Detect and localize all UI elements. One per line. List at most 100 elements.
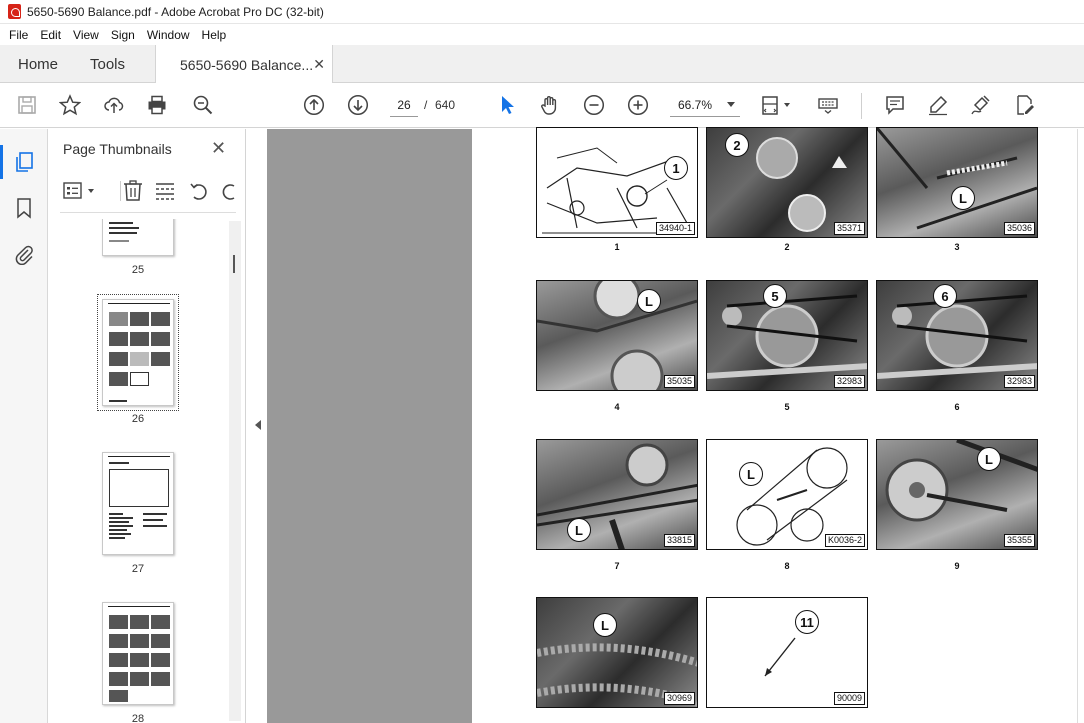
page-number-input[interactable] [390, 93, 418, 117]
thumbnail-page[interactable] [102, 452, 174, 555]
thumbnail-toolbar [60, 179, 240, 205]
menu-help[interactable]: Help [196, 28, 233, 42]
figure-caption: 7 [614, 561, 620, 571]
figure-callout: L [567, 518, 591, 542]
save-icon[interactable] [15, 93, 39, 117]
title-bar: 5650-5690 Balance.pdf - Adobe Acrobat Pr… [0, 0, 1084, 24]
edit-pdf-icon[interactable] [1013, 93, 1037, 117]
menu-bar: File Edit View Sign Window Help [0, 24, 1084, 45]
thumbnail-page[interactable] [102, 219, 174, 256]
canvas-background [267, 129, 472, 723]
tab-document[interactable]: 5650-5690 Balance... ✕ [155, 45, 333, 84]
figure-caption: 1 [614, 242, 620, 252]
pdf-page[interactable]: 1 34940-1 1 2 35371 2 L 35036 3 L 35035 … [472, 127, 1077, 723]
thumbnail-list: 25 26 27 28 [48, 219, 228, 723]
collapse-panel-arrow-icon[interactable] [255, 420, 261, 430]
zoom-in-icon[interactable] [626, 93, 650, 117]
rotate-counterclockwise-icon[interactable] [188, 179, 210, 203]
thumbnail-label: 28 [131, 713, 145, 723]
figure-code: 34940-1 [655, 222, 695, 235]
menu-sign[interactable]: Sign [105, 28, 141, 42]
figure-photo: L 33815 [536, 439, 698, 550]
figure-caption: 8 [784, 561, 790, 571]
menu-edit[interactable]: Edit [34, 28, 67, 42]
zoom-search-icon[interactable] [191, 93, 215, 117]
figure-callout: 1 [664, 156, 688, 180]
fit-page-icon[interactable] [760, 93, 794, 117]
zoom-select[interactable]: 66.7% [670, 93, 740, 117]
figure-callout: L [951, 186, 975, 210]
main-toolbar: / 640 66.7% [0, 83, 1084, 128]
comment-icon[interactable] [883, 93, 907, 117]
print-icon[interactable] [145, 93, 169, 117]
figure-callout: L [637, 289, 661, 313]
thumbnail-options-icon[interactable] [62, 179, 98, 203]
menu-window[interactable]: Window [141, 28, 196, 42]
thumbnail-page[interactable] [102, 602, 174, 705]
document-canvas: 1 34940-1 1 2 35371 2 L 35036 3 L 35035 … [247, 127, 1084, 723]
zoom-out-icon[interactable] [582, 93, 606, 117]
zoom-value: 66.7% [678, 97, 713, 112]
figure-photo: 6 32983 [876, 280, 1038, 391]
attachments-paperclip-icon[interactable] [13, 243, 35, 266]
figure-photo: L 35035 [536, 280, 698, 391]
figure-photo: L 35036 [876, 127, 1038, 238]
thumbnail-toolbar-divider [120, 181, 121, 201]
figure-photo: L 30969 [536, 597, 698, 708]
tab-bar: Home Tools 5650-5690 Balance... ✕ [0, 45, 1084, 84]
page-total: 640 [435, 98, 456, 112]
figure-callout: 6 [933, 284, 957, 308]
bookmarks-icon[interactable] [13, 197, 35, 219]
tab-home[interactable]: Home [18, 45, 58, 83]
tab-tools[interactable]: Tools [90, 45, 125, 83]
document-scrollbar[interactable] [1077, 129, 1084, 723]
figure-code: 32983 [1003, 375, 1035, 388]
menu-file[interactable]: File [3, 28, 34, 42]
next-page-icon[interactable] [346, 93, 370, 117]
select-pointer-icon[interactable] [495, 93, 519, 117]
delete-page-trash-icon[interactable] [122, 179, 144, 203]
figure-caption: 2 [784, 242, 790, 252]
previous-page-icon[interactable] [302, 93, 326, 117]
left-navigation-rail [0, 129, 48, 723]
extract-pages-icon[interactable] [154, 179, 176, 203]
figure-caption: 5 [784, 402, 790, 412]
thumbnail-label: 26 [131, 413, 145, 425]
menu-view[interactable]: View [67, 28, 105, 42]
figure-code: 32983 [833, 375, 865, 388]
acrobat-pdf-icon [8, 4, 21, 19]
toolbar-underline [60, 212, 236, 213]
page-thumbnails-icon[interactable] [0, 145, 35, 179]
keyboard-icon[interactable] [816, 93, 840, 117]
figure-caption: 4 [614, 402, 620, 412]
figure-caption: 6 [954, 402, 960, 412]
figure-callout: 11 [795, 610, 819, 634]
thumbnail-label: 27 [131, 563, 145, 575]
thumbnail-page-selected[interactable] [97, 294, 179, 411]
figure-photo: 2 35371 [706, 127, 868, 238]
figure-code: 35035 [663, 375, 695, 388]
figure-photo: L K0036-2 [706, 439, 868, 550]
scrollbar-thumb[interactable] [233, 255, 235, 273]
upload-cloud-icon[interactable] [102, 93, 126, 117]
rotate-clockwise-icon[interactable] [218, 179, 238, 203]
panel-splitter[interactable] [247, 129, 267, 723]
hand-tool-icon[interactable] [538, 93, 562, 117]
figure-callout: 5 [763, 284, 787, 308]
bookmark-star-icon[interactable] [58, 93, 82, 117]
figure-callout: L [739, 462, 763, 486]
figure-caption: 9 [954, 561, 960, 571]
thumbnail-label: 25 [131, 264, 145, 276]
tab-document-label: 5650-5690 Balance... [180, 56, 314, 73]
figure-callout: 2 [725, 133, 749, 157]
figure-code: K0036-2 [824, 534, 865, 547]
window-title: 5650-5690 Balance.pdf - Adobe Acrobat Pr… [27, 4, 324, 19]
figure-photo: 1 34940-1 [536, 127, 698, 238]
figure-code: 90009 [833, 692, 865, 705]
sign-pen-icon[interactable] [969, 93, 993, 117]
close-tab-icon[interactable]: ✕ [313, 56, 325, 73]
thumbnail-scrollbar[interactable] [229, 221, 241, 721]
figure-caption: 3 [954, 242, 960, 252]
highlight-pen-icon[interactable] [926, 93, 950, 117]
close-panel-icon[interactable]: ✕ [211, 138, 226, 159]
